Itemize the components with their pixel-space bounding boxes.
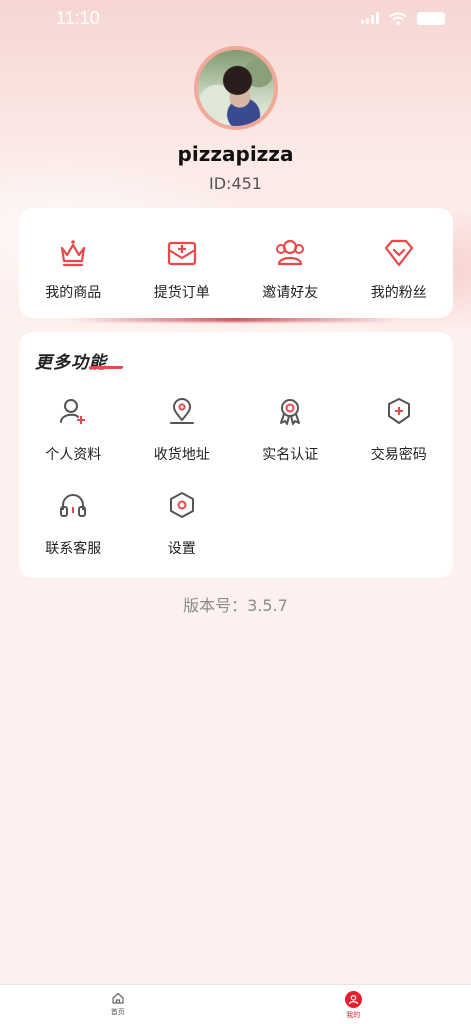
invite-friends-icon (276, 239, 305, 266)
settings-hexagon-icon (169, 492, 194, 518)
feature-label: 设置 (167, 541, 196, 557)
headset-icon (60, 494, 87, 517)
grid-row: 联系客服 设置 (19, 484, 453, 578)
main-action-label: 邀请好友 (262, 285, 319, 301)
more-features-card: 更多功能 个人资料 收货地址 实名认证 交易密码 联系客服 设置 (19, 332, 453, 578)
profile-icon (344, 991, 362, 1008)
user-profile-icon (60, 399, 86, 424)
pickup-orders-button[interactable]: 提货订单 (128, 208, 237, 318)
real-name-auth-button[interactable]: 实名认证 (236, 390, 345, 484)
tab-label: 我的 (346, 1011, 361, 1019)
certificate-badge-icon (280, 399, 301, 425)
order-envelope-icon (167, 241, 196, 266)
feature-label: 交易密码 (370, 447, 427, 463)
feature-label: 实名认证 (262, 447, 319, 463)
personal-info-button[interactable]: 个人资料 (19, 390, 128, 484)
feature-label: 个人资料 (45, 447, 102, 463)
home-icon (112, 992, 124, 1004)
version-text: 版本号：3.5.7 (183, 596, 288, 615)
location-pin-icon (169, 398, 194, 424)
shipping-address-button[interactable]: 收货地址 (128, 390, 237, 484)
wifi-icon (389, 12, 407, 25)
shield-plus-icon (387, 398, 410, 424)
feature-label: 联系客服 (45, 541, 102, 557)
my-products-button[interactable]: 我的商品 (19, 208, 128, 318)
tab-mine[interactable]: 我的 (236, 985, 471, 1024)
status-time: 11:10 (56, 7, 100, 28)
invite-friends-button[interactable]: 邀请好友 (236, 208, 345, 318)
status-icons (361, 11, 445, 25)
settings-button[interactable]: 设置 (128, 484, 237, 578)
my-fans-button[interactable]: 我的粉丝 (345, 208, 454, 318)
tab-label: 首页 (110, 1008, 125, 1016)
trade-password-button[interactable]: 交易密码 (345, 390, 454, 484)
title-underline (88, 366, 124, 369)
crown-icon (61, 240, 86, 267)
main-action-label: 我的商品 (45, 285, 102, 301)
grid-row: 个人资料 收货地址 实名认证 交易密码 (19, 390, 453, 484)
features-grid: 个人资料 收货地址 实名认证 交易密码 联系客服 设置 (19, 390, 453, 578)
main-actions-card: 我的商品 提货订单 邀请好友 我的粉丝 (19, 208, 453, 318)
signal-icon (361, 12, 379, 24)
tab-home[interactable]: 首页 (0, 985, 236, 1024)
username: pizzapizza (177, 142, 294, 166)
more-features-title: 更多功能 (35, 353, 107, 373)
status-bar: 11:10 (0, 0, 471, 36)
tab-bar: 首页 我的 (0, 984, 471, 1024)
diamond-heart-icon (384, 239, 413, 267)
user-id: ID:451 (209, 174, 262, 193)
customer-service-button[interactable]: 联系客服 (19, 484, 128, 578)
feature-label: 收货地址 (153, 447, 210, 463)
main-action-label: 我的粉丝 (370, 285, 427, 301)
avatar[interactable] (194, 46, 278, 130)
main-action-label: 提货订单 (153, 285, 210, 301)
battery-icon (417, 11, 445, 25)
